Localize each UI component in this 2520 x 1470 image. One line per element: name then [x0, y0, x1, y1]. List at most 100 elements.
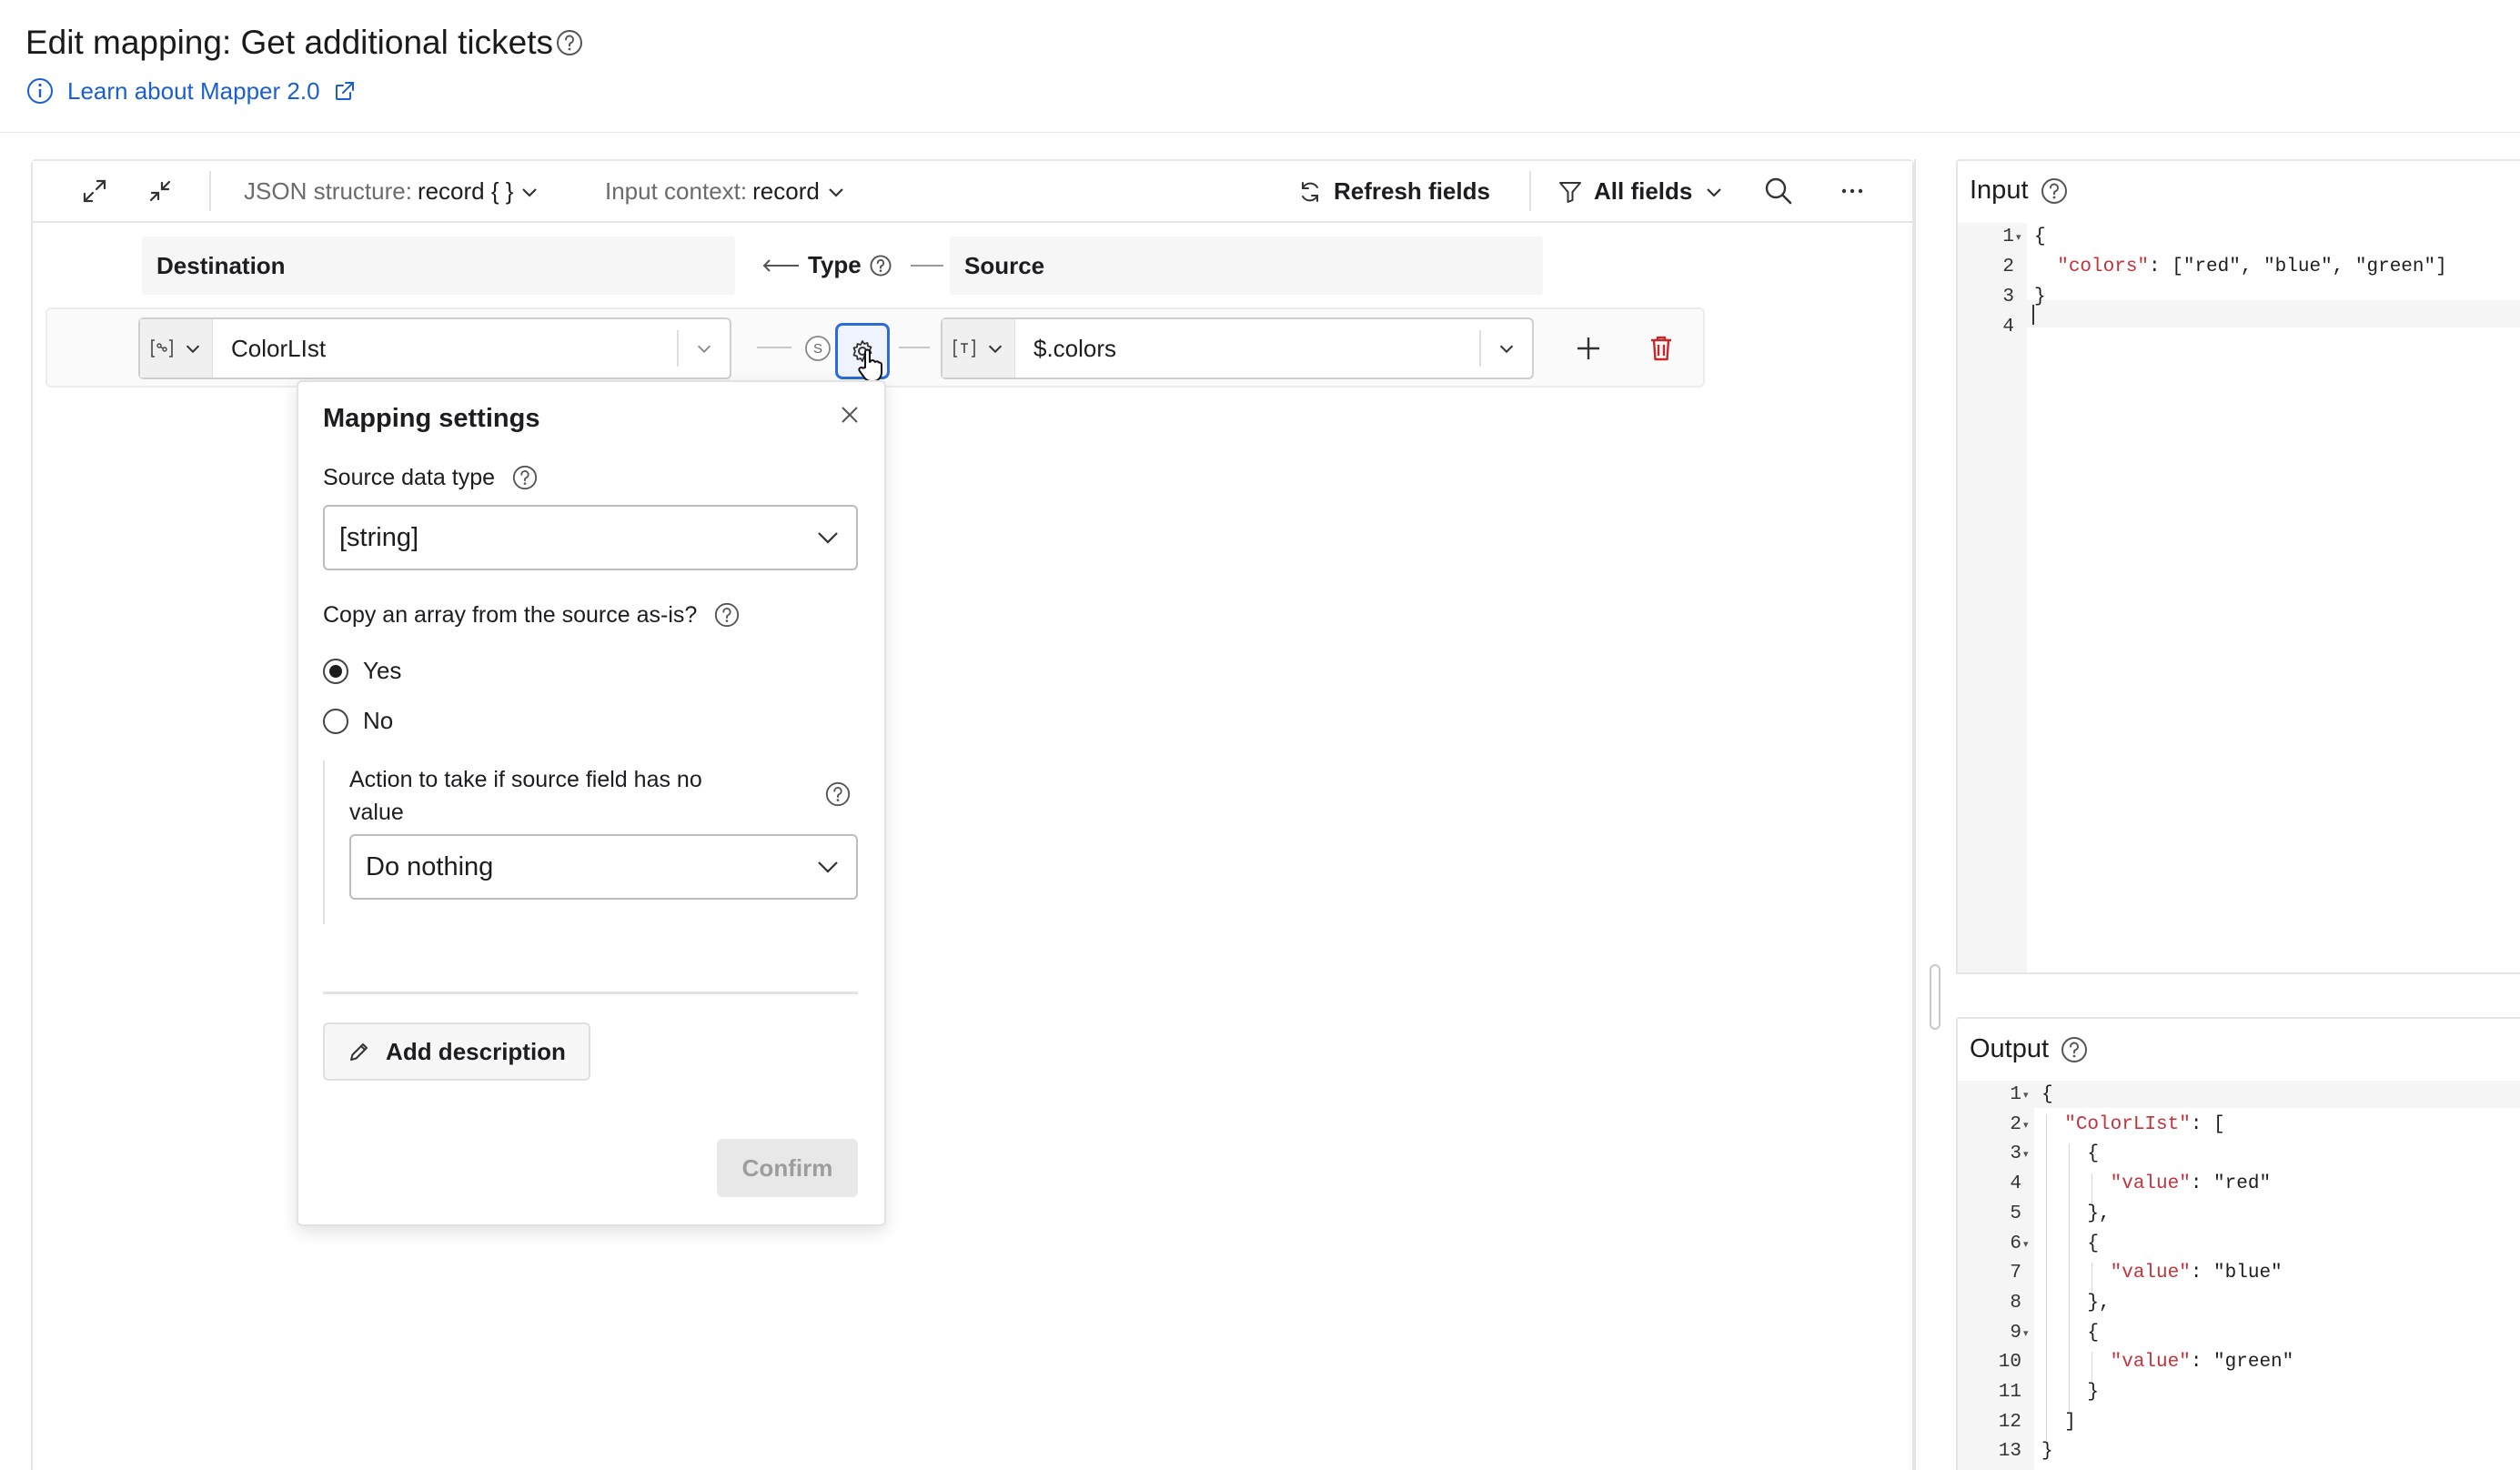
input-context-select[interactable]: Input context: record	[605, 177, 847, 206]
resize-handle[interactable]	[1930, 964, 1940, 1030]
line-number: 2	[2010, 1113, 2021, 1135]
code-text: : "blue"	[2190, 1263, 2283, 1284]
line-number: 4	[2002, 317, 2014, 337]
line-number: 4	[2010, 1173, 2021, 1195]
code-line: {	[2041, 1084, 2053, 1105]
source-data-type-text: Source data type	[323, 464, 496, 490]
source-type-selector[interactable]	[942, 319, 1015, 378]
no-value-action-label: Action to take if source field has no va…	[349, 763, 804, 829]
source-dropdown-toggle[interactable]	[1479, 330, 1532, 367]
chevron-down-icon	[825, 181, 847, 203]
no-value-action-select[interactable]: Do nothing	[349, 834, 858, 900]
input-panel-title: Input	[1970, 176, 2029, 205]
destination-column-header: Destination	[142, 237, 735, 295]
close-icon[interactable]	[835, 400, 864, 429]
code-line: "value": "blue"	[2041, 1263, 2283, 1284]
more-options-icon[interactable]	[1834, 173, 1870, 209]
indent-guide	[2069, 1143, 2071, 1412]
code-key: "ColorLIst"	[2064, 1113, 2191, 1135]
popover-divider	[323, 992, 858, 994]
line-number: 13	[1998, 1441, 2021, 1463]
line-number: 2	[2002, 257, 2014, 277]
source-data-type-label: Source data type	[323, 464, 539, 491]
string-type-icon: S	[804, 335, 832, 362]
input-code-editor[interactable]: 1 ▾ {2 "colors": ["red", "blue", "green"] 3…	[1958, 223, 2520, 368]
code-line: }	[2041, 1382, 2099, 1403]
help-icon[interactable]	[555, 28, 584, 57]
radio-button-checked[interactable]	[323, 658, 348, 684]
radio-yes[interactable]: Yes	[323, 657, 401, 685]
line-number: 3	[2002, 287, 2014, 307]
fold-toggle-icon[interactable]: ▾	[2023, 1327, 2029, 1339]
input-context-value: record	[752, 177, 820, 205]
help-icon[interactable]	[869, 254, 892, 277]
toolbar-separator	[209, 171, 211, 211]
code-line: }	[2041, 1441, 2053, 1462]
panel-divider	[1914, 159, 1916, 1470]
learn-link[interactable]: Learn about Mapper 2.0	[25, 76, 357, 106]
code-text: }	[2041, 1382, 2100, 1403]
code-text: : [	[2190, 1113, 2225, 1135]
filter-icon	[1557, 179, 1583, 205]
source-data-type-value: [string]	[339, 522, 419, 552]
code-text: : "green"	[2190, 1352, 2294, 1374]
all-fields-filter[interactable]: All fields	[1557, 177, 1725, 206]
line-number: 6	[2010, 1233, 2021, 1254]
json-structure-label: JSON structure:	[244, 177, 412, 205]
chevron-down-icon	[1703, 181, 1725, 203]
learn-link-label[interactable]: Learn about Mapper 2.0	[67, 77, 320, 106]
refresh-fields-label: Refresh fields	[1334, 177, 1490, 205]
expand-icon[interactable]	[76, 173, 113, 209]
confirm-button[interactable]: Confirm	[717, 1139, 858, 1197]
help-icon[interactable]	[2040, 176, 2069, 206]
destination-dropdown-toggle[interactable]	[677, 330, 730, 367]
radio-button-unchecked[interactable]	[323, 708, 348, 734]
all-fields-label: All fields	[1594, 177, 1693, 205]
source-data-type-select[interactable]: [string]	[323, 505, 858, 570]
code-line: },	[2041, 1203, 2110, 1224]
help-icon[interactable]	[713, 601, 741, 629]
fold-toggle-icon[interactable]: ▾	[2016, 231, 2021, 243]
search-icon[interactable]	[1760, 173, 1797, 209]
fold-toggle-icon[interactable]: ▾	[2023, 1148, 2029, 1160]
indent-guide	[2046, 1113, 2048, 1442]
help-icon[interactable]	[2060, 1035, 2089, 1064]
refresh-fields-button[interactable]: Refresh fields	[1297, 177, 1490, 206]
code-line: {	[2041, 1233, 2099, 1254]
output-code-editor[interactable]: 1 ▾{2 ▾ "ColorLIst": [3 ▾ {4 "value": "red"…	[1958, 1081, 2520, 1470]
add-mapping-icon[interactable]	[1570, 330, 1607, 367]
help-icon[interactable]	[824, 780, 852, 808]
chevron-down-icon	[183, 338, 203, 358]
destination-field[interactable]: ColorLIst	[138, 317, 731, 379]
output-panel-header: Output	[1970, 1034, 2089, 1064]
fold-toggle-icon[interactable]: ▾	[2023, 1119, 2029, 1131]
json-structure-value: record { }	[417, 177, 514, 205]
radio-yes-label: Yes	[363, 657, 402, 684]
external-link-icon	[333, 79, 357, 103]
chevron-down-icon	[519, 181, 540, 203]
radio-no[interactable]: No	[323, 707, 393, 735]
code-text: {	[2034, 227, 2046, 247]
help-icon[interactable]	[511, 464, 539, 491]
delete-icon[interactable]	[1643, 330, 1679, 367]
type-column-label: Type	[808, 251, 862, 278]
destination-field-value: ColorLIst	[231, 334, 327, 362]
destination-type-selector[interactable]	[140, 319, 213, 378]
source-field[interactable]: $.colors	[941, 317, 1534, 379]
code-line: "value": "green"	[2041, 1352, 2294, 1374]
collapse-icon[interactable]	[142, 173, 178, 209]
code-line: {	[2041, 1143, 2099, 1164]
source-field-value: $.colors	[1033, 334, 1117, 362]
code-line: {	[2041, 1323, 2099, 1344]
pencil-icon	[348, 1040, 371, 1063]
nested-group-rule	[323, 760, 325, 924]
fold-toggle-icon[interactable]: ▾	[2023, 1089, 2029, 1101]
line-number: 9	[2010, 1322, 2021, 1344]
add-description-button[interactable]: Add description	[323, 1022, 590, 1081]
toolbar-separator	[1529, 171, 1531, 211]
json-structure-select[interactable]: JSON structure: record { }	[244, 177, 540, 206]
fold-toggle-icon[interactable]: ▾	[2023, 1238, 2029, 1250]
line-number: 5	[2010, 1203, 2021, 1224]
